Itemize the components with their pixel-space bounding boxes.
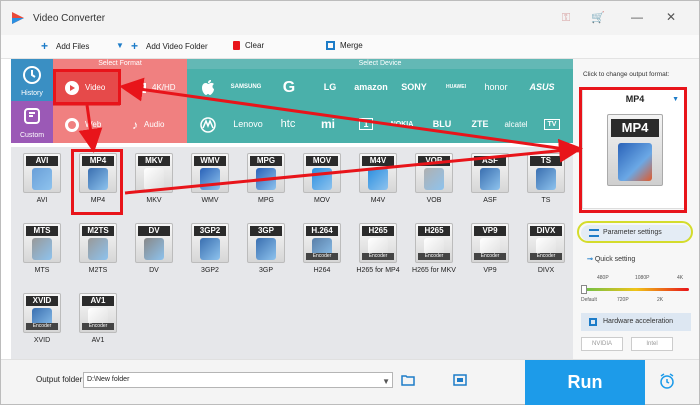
annotation-arrows [78,77,583,195]
arrow-to-video-tab [119,77,580,153]
arrow-to-mp4-tile [78,104,103,153]
app-window: Video Converter ⚿ 🛒 — ✕ + Add Files ▼ + … [0,0,700,405]
arrow-to-output-format [124,138,583,195]
